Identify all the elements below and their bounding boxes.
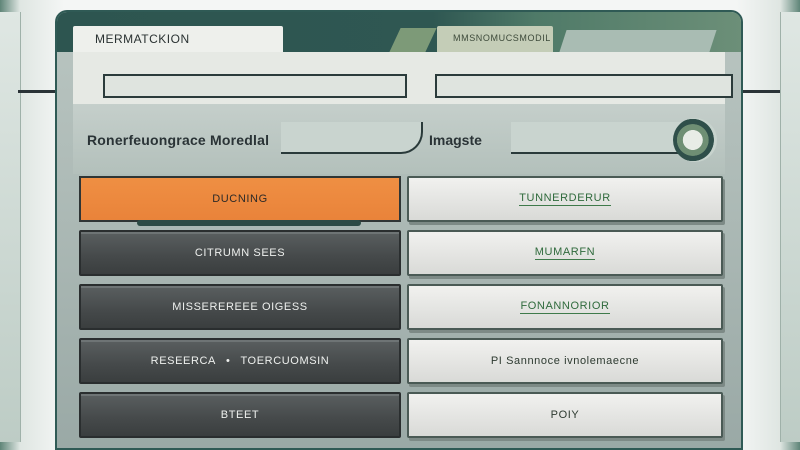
right-button-1-label: TUNNERDERUR [519,192,611,206]
right-button-2[interactable]: MUMARFN [407,230,723,276]
left-button-5[interactable]: BTEET [79,392,401,438]
left-button-2-label: CITRUMN SEES [194,247,286,259]
tab-primary-label: MERMATCKION [95,32,190,46]
right-button-3[interactable]: FONANNORIOR [407,284,723,330]
left-button-5-label: BTEET [220,409,260,421]
tab-secondary[interactable]: MMSNOMUCSMODIL [437,26,553,52]
left-button-1[interactable]: DUCNING [79,176,401,226]
title-bar: MERMATCKION MMSNOMUCSMODIL [57,12,741,52]
tab-overflow [559,30,717,52]
left-input[interactable] [105,76,405,96]
left-button-4-label: RESEERCA [150,355,216,367]
left-button-2[interactable]: CITRUMN SEES [79,230,401,276]
right-button-5-label: POIY [550,409,580,421]
right-button-4-label: PI Sannnoce ivnolemaecne [490,355,640,367]
right-rail [742,90,780,93]
right-section-title: Imagste [429,132,482,148]
right-button-4[interactable]: PI Sannnoce ivnolemaecne [407,338,723,384]
active-indicator [137,220,361,226]
bullet-icon: • [225,355,231,367]
left-button-column: DUCNING CITRUMN SEES MISSEREREEE OIGESS … [79,176,401,446]
right-button-5[interactable]: POIY [407,392,723,438]
left-section-title: Ronerfeuongrace Moredlal [87,132,270,148]
left-button-4-label-2: TOERCUOMSIN [240,355,330,367]
dial-knob-icon[interactable] [673,118,717,162]
left-edge-strip [0,12,21,442]
section-header: Ronerfeuongrace Moredlal Imagste [73,104,725,174]
left-input-field[interactable] [103,74,407,98]
tab-secondary-label: MMSNOMUCSMODIL [453,33,551,43]
tab-divider [389,28,437,52]
left-button-1-label: DUCNING [212,193,268,205]
left-button-4[interactable]: RESEERCA • TOERCUOMSIN [79,338,401,384]
left-button-3-label: MISSEREREEE OIGESS [172,301,308,313]
right-button-column: TUNNERDERUR MUMARFN FONANNORIOR PI Sannn… [407,176,723,446]
toolbar [73,52,733,104]
right-input-field[interactable] [435,74,733,98]
app-window: MERMATCKION MMSNOMUCSMODIL Ronerfeuongra… [55,10,743,450]
left-rail [18,90,56,93]
right-button-1[interactable]: TUNNERDERUR [407,176,723,222]
tab-primary[interactable]: MERMATCKION [73,26,283,52]
left-button-3[interactable]: MISSEREREEE OIGESS [79,284,401,330]
right-input[interactable] [437,76,731,96]
right-edge-strip [780,12,800,442]
right-button-3-label: FONANNORIOR [520,300,610,314]
left-section-tab[interactable] [281,122,423,154]
right-button-2-label: MUMARFN [534,246,596,260]
